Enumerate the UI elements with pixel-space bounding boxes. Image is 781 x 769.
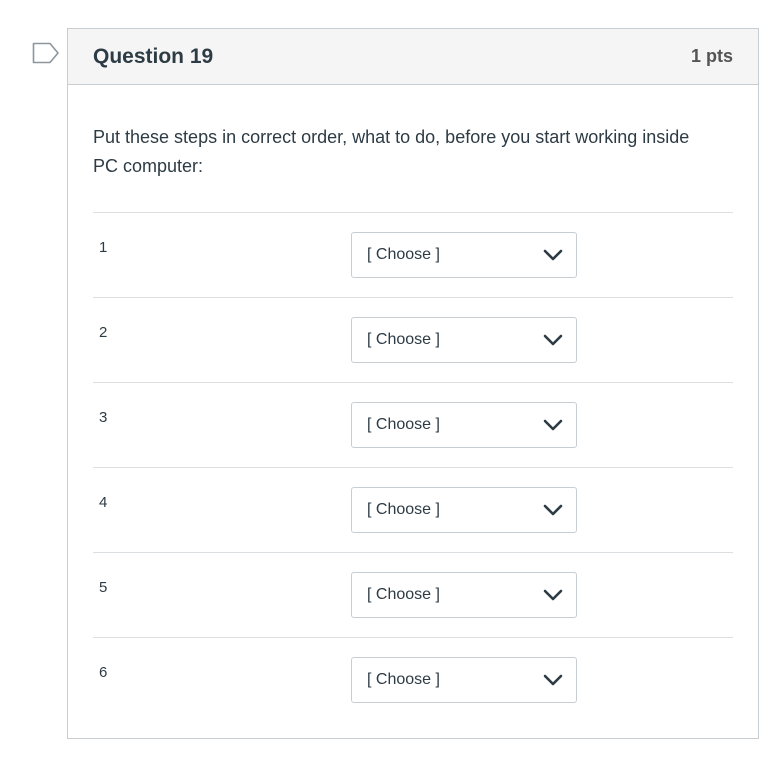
chevron-down-icon [543, 249, 563, 261]
answer-label: 1 [99, 239, 108, 256]
question-body: Put these steps in correct order, what t… [68, 85, 758, 722]
answer-row-6: 6 [ Choose ] [93, 638, 733, 722]
answer-select-3[interactable]: [ Choose ] [351, 402, 577, 448]
select-value: [ Choose ] [367, 246, 440, 263]
chevron-down-icon [543, 504, 563, 516]
answer-label: 5 [99, 579, 108, 596]
answer-select-1[interactable]: [ Choose ] [351, 232, 577, 278]
answer-select-6[interactable]: [ Choose ] [351, 657, 577, 703]
answer-row-4: 4 [ Choose ] [93, 468, 733, 553]
answer-select-4[interactable]: [ Choose ] [351, 487, 577, 533]
answer-label: 2 [99, 324, 108, 341]
question-header: Question 19 1 pts [68, 29, 758, 85]
answer-select-2[interactable]: [ Choose ] [351, 317, 577, 363]
chevron-down-icon [543, 334, 563, 346]
select-value: [ Choose ] [367, 331, 440, 348]
answer-list: 1 [ Choose ] 2 [ Choose ] 3 [ Choose ] 4… [93, 212, 733, 722]
answer-label: 6 [99, 664, 108, 681]
chevron-down-icon [543, 419, 563, 431]
answer-row-5: 5 [ Choose ] [93, 553, 733, 638]
answer-row-3: 3 [ Choose ] [93, 383, 733, 468]
question-text: Put these steps in correct order, what t… [93, 127, 690, 176]
question-title: Question 19 [93, 44, 214, 68]
answer-label: 4 [99, 494, 108, 511]
answer-select-5[interactable]: [ Choose ] [351, 572, 577, 618]
flag-question-icon[interactable] [32, 42, 60, 64]
answer-label: 3 [99, 409, 108, 426]
question-card: Question 19 1 pts Put these steps in cor… [67, 28, 759, 739]
select-value: [ Choose ] [367, 501, 440, 518]
answer-row-1: 1 [ Choose ] [93, 213, 733, 298]
select-value: [ Choose ] [367, 671, 440, 688]
question-points: 1 pts [690, 46, 733, 66]
answer-row-2: 2 [ Choose ] [93, 298, 733, 383]
chevron-down-icon [543, 589, 563, 601]
select-value: [ Choose ] [367, 586, 440, 603]
select-value: [ Choose ] [367, 416, 440, 433]
chevron-down-icon [543, 674, 563, 686]
